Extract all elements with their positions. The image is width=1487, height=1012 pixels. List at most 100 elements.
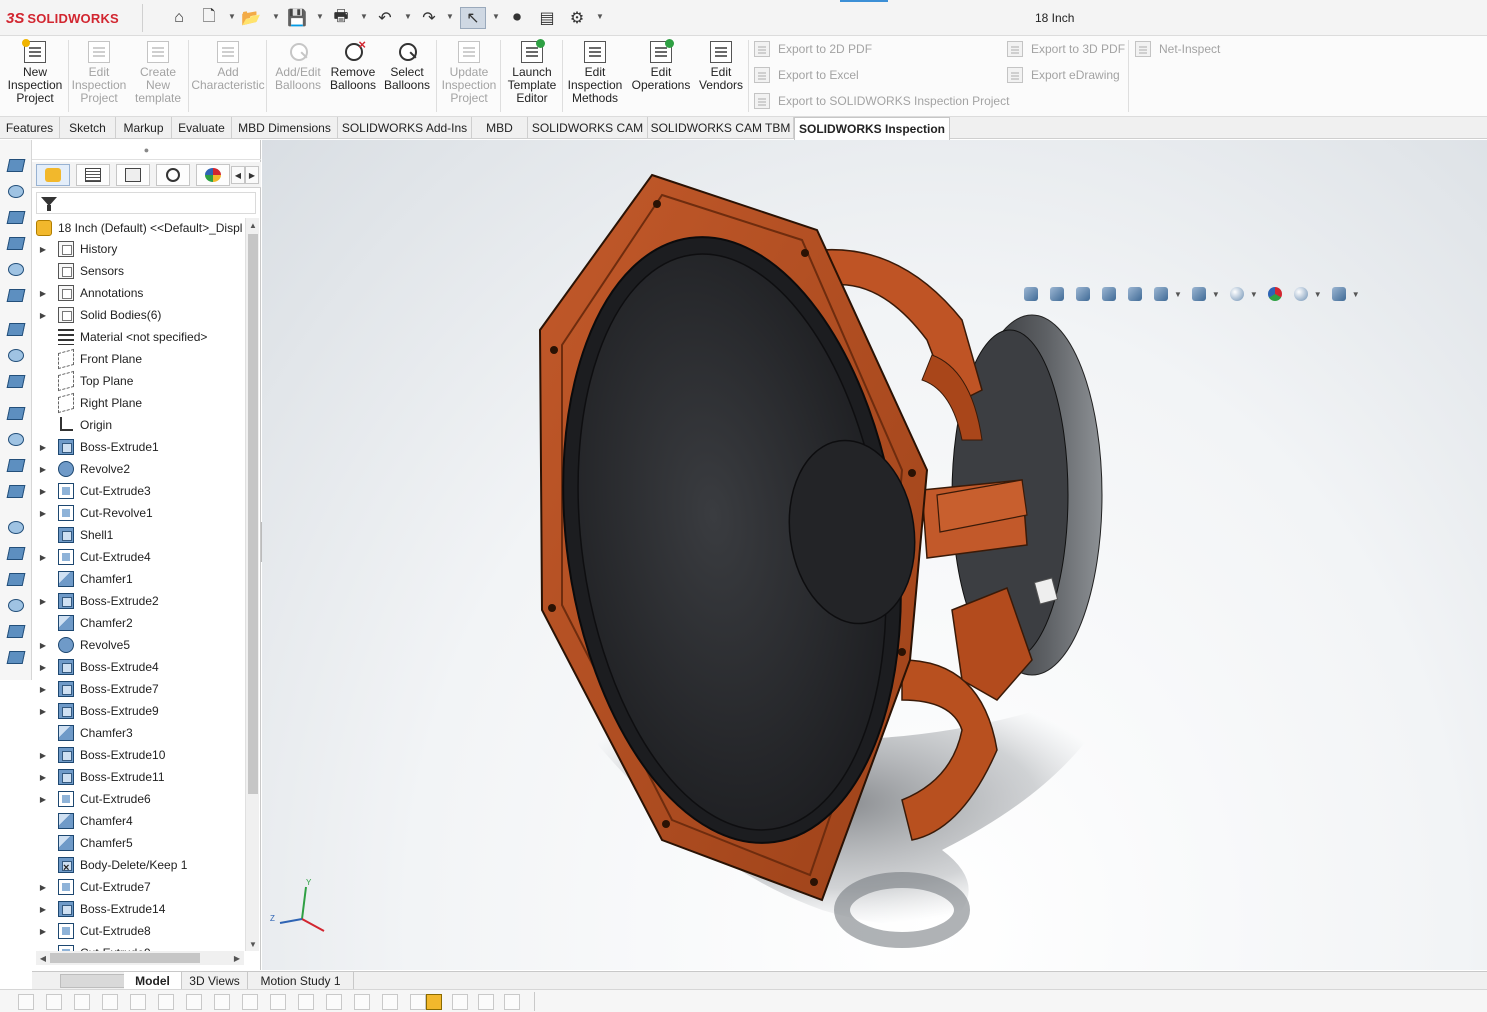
rebuild-icon[interactable]: ⏺ bbox=[506, 7, 528, 29]
tree-item-history[interactable]: ▶ History bbox=[36, 238, 248, 260]
tree-item-boss-extrude10[interactable]: ▶ Boss-Extrude10 bbox=[36, 744, 248, 766]
edit-appearance-icon[interactable] bbox=[6, 260, 26, 278]
featuremanager-tab[interactable] bbox=[36, 164, 70, 186]
view-orientation-icon[interactable] bbox=[6, 156, 26, 174]
edit-operations-button[interactable]: Edit Operations bbox=[628, 39, 694, 113]
select-arrow-icon[interactable]: ↖ bbox=[460, 7, 486, 29]
shadows-icon[interactable] bbox=[6, 596, 26, 614]
edit-inspection-project-button[interactable]: Edit Inspection Project bbox=[70, 39, 128, 113]
tab-markup[interactable]: Markup bbox=[116, 117, 172, 139]
expand-arrow-icon[interactable]: ▶ bbox=[36, 458, 50, 480]
tree-vertical-scrollbar[interactable]: ▲ ▼ bbox=[245, 218, 259, 951]
lighting-icon[interactable] bbox=[6, 544, 26, 562]
tree-item-chamfer5[interactable]: Chamfer5 bbox=[36, 832, 248, 854]
realview-icon[interactable] bbox=[6, 648, 26, 666]
ordinate-dimension-icon[interactable] bbox=[130, 994, 146, 1010]
model-tab-3d-views[interactable]: 3D Views bbox=[182, 972, 248, 990]
solidworks-logo[interactable]: 3S SOLIDWORKS bbox=[6, 9, 119, 27]
tree-filter-box[interactable] bbox=[36, 192, 256, 214]
open-icon[interactable]: 📂 bbox=[240, 7, 262, 29]
export-edrawing-button[interactable]: Export eDrawing bbox=[1007, 66, 1120, 84]
tree-item-cut-extrude6[interactable]: ▶ Cut-Extrude6 bbox=[36, 788, 248, 810]
update-inspection-project-button[interactable]: Update Inspection Project bbox=[440, 39, 498, 113]
add-characteristic-button[interactable]: Add Characteristic bbox=[190, 39, 266, 113]
smart-dimension-icon[interactable] bbox=[18, 994, 34, 1010]
view-orientation-icon[interactable] bbox=[1152, 285, 1172, 303]
horizontal-dimension-icon[interactable] bbox=[46, 994, 62, 1010]
zoom-area-icon[interactable] bbox=[6, 346, 26, 364]
inspection-active-icon[interactable] bbox=[426, 994, 442, 1010]
scroll-right-arrow-icon[interactable]: ▶ bbox=[230, 951, 244, 965]
tab-mbd[interactable]: MBD bbox=[472, 117, 528, 139]
create-new-template-button[interactable]: Create New template bbox=[130, 39, 186, 113]
expand-arrow-icon[interactable]: ▶ bbox=[36, 656, 50, 678]
expand-arrow-icon[interactable]: ▶ bbox=[36, 876, 50, 898]
geometric-tolerance-icon[interactable] bbox=[270, 994, 286, 1010]
tree-item-annotations[interactable]: ▶ Annotations bbox=[36, 282, 248, 304]
tree-item-right-plane[interactable]: Right Plane bbox=[36, 392, 248, 414]
expand-arrow-icon[interactable]: ▶ bbox=[36, 744, 50, 766]
hole-callout-icon[interactable] bbox=[354, 994, 370, 1010]
expand-arrow-icon[interactable]: ▶ bbox=[36, 920, 50, 942]
home-icon[interactable]: ⌂ bbox=[168, 7, 190, 29]
dynamic-annotation-icon[interactable] bbox=[1126, 285, 1146, 303]
expand-arrow-icon[interactable]: ▶ bbox=[36, 282, 50, 304]
vertical-scroll-thumb[interactable] bbox=[248, 234, 258, 794]
tree-item-body-delete-keep-1[interactable]: Body-Delete/Keep 1 bbox=[36, 854, 248, 876]
angular-dimension-icon[interactable] bbox=[186, 994, 202, 1010]
standard-views-icon[interactable] bbox=[6, 430, 26, 448]
remove-balloons-button[interactable]: RemoveBalloons bbox=[326, 37, 380, 113]
vertical-dimension-icon[interactable] bbox=[74, 994, 90, 1010]
tab-solidworks-add-ins[interactable]: SOLIDWORKS Add-Ins bbox=[338, 117, 472, 139]
export-2d-pdf-button[interactable]: Export to 2D PDF bbox=[754, 40, 872, 58]
tree-item-cut-extrude9[interactable]: ▶Cut-Extrude9 bbox=[36, 942, 248, 951]
zoom-to-area-icon[interactable] bbox=[1048, 285, 1068, 303]
tree-item-cut-extrude8[interactable]: ▶ Cut-Extrude8 bbox=[36, 920, 248, 942]
tabs-scroll-left-button[interactable]: ◀ bbox=[231, 166, 245, 184]
tree-item-revolve2[interactable]: ▶ Revolve2 bbox=[36, 458, 248, 480]
tree-item-chamfer2[interactable]: Chamfer2 bbox=[36, 612, 248, 634]
expand-arrow-icon[interactable]: ▶ bbox=[36, 590, 50, 612]
dropdown-arrow-icon[interactable]: ▼ bbox=[360, 12, 368, 24]
tree-item-front-plane[interactable]: Front Plane bbox=[36, 348, 248, 370]
expand-arrow-icon[interactable]: ▶ bbox=[36, 502, 50, 524]
centerline-icon[interactable] bbox=[452, 994, 468, 1010]
configurationmanager-tab[interactable] bbox=[116, 164, 150, 186]
tab-solidworks-cam[interactable]: SOLIDWORKS CAM bbox=[528, 117, 648, 139]
scroll-down-arrow-icon[interactable]: ▼ bbox=[246, 937, 260, 951]
expand-arrow-icon[interactable]: ▶ bbox=[36, 480, 50, 502]
tree-item-shell1[interactable]: Shell1 bbox=[36, 524, 248, 546]
new-document-icon[interactable]: 🗋 bbox=[198, 7, 220, 29]
surface-finish-icon[interactable] bbox=[298, 994, 314, 1010]
tabs-scroll-right-button[interactable]: ▶ bbox=[245, 166, 259, 184]
tree-item-cut-extrude4[interactable]: ▶ Cut-Extrude4 bbox=[36, 546, 248, 568]
camera-icon[interactable] bbox=[6, 570, 26, 588]
previous-view-icon[interactable] bbox=[1074, 285, 1094, 303]
dropdown-arrow-icon[interactable]: ▼ bbox=[1212, 290, 1220, 299]
dropdown-arrow-icon[interactable]: ▼ bbox=[404, 12, 412, 24]
tree-item-boss-extrude4[interactable]: ▶ Boss-Extrude4 bbox=[36, 656, 248, 678]
weld-symbol-icon[interactable] bbox=[326, 994, 342, 1010]
ambient-occlusion-icon[interactable] bbox=[6, 622, 26, 640]
tree-item-origin[interactable]: Origin bbox=[36, 414, 248, 436]
expand-arrow-icon[interactable]: ▶ bbox=[36, 634, 50, 656]
print-icon[interactable]: 🖶 bbox=[330, 7, 352, 29]
model-tab-model[interactable]: Model bbox=[124, 972, 182, 990]
dropdown-arrow-icon[interactable]: ▼ bbox=[1250, 290, 1258, 299]
dropdown-arrow-icon[interactable]: ▼ bbox=[228, 12, 236, 24]
tree-item-boss-extrude1[interactable]: ▶ Boss-Extrude1 bbox=[36, 436, 248, 458]
dropdown-arrow-icon[interactable]: ▼ bbox=[596, 12, 604, 24]
chamfer-dimension-icon[interactable] bbox=[158, 994, 174, 1010]
model-tab-motion-study-1[interactable]: Motion Study 1 bbox=[248, 972, 354, 990]
tree-item-chamfer4[interactable]: Chamfer4 bbox=[36, 810, 248, 832]
tree-item-material-not-specified[interactable]: Material <not specified> bbox=[36, 326, 248, 348]
apply-scene-icon[interactable] bbox=[1292, 285, 1312, 303]
tree-horizontal-scrollbar[interactable]: ◀ ▶ bbox=[36, 951, 244, 965]
tab-solidworks-inspection[interactable]: SOLIDWORKS Inspection bbox=[794, 117, 950, 140]
table-icon[interactable] bbox=[504, 994, 520, 1010]
edit-appearance-icon[interactable] bbox=[1266, 285, 1286, 303]
new-inspection-project-button[interactable]: New Inspection Project bbox=[2, 39, 68, 113]
dropdown-arrow-icon[interactable]: ▼ bbox=[272, 12, 280, 24]
tab-features[interactable]: Features bbox=[0, 117, 60, 139]
tree-item-boss-extrude2[interactable]: ▶ Boss-Extrude2 bbox=[36, 590, 248, 612]
